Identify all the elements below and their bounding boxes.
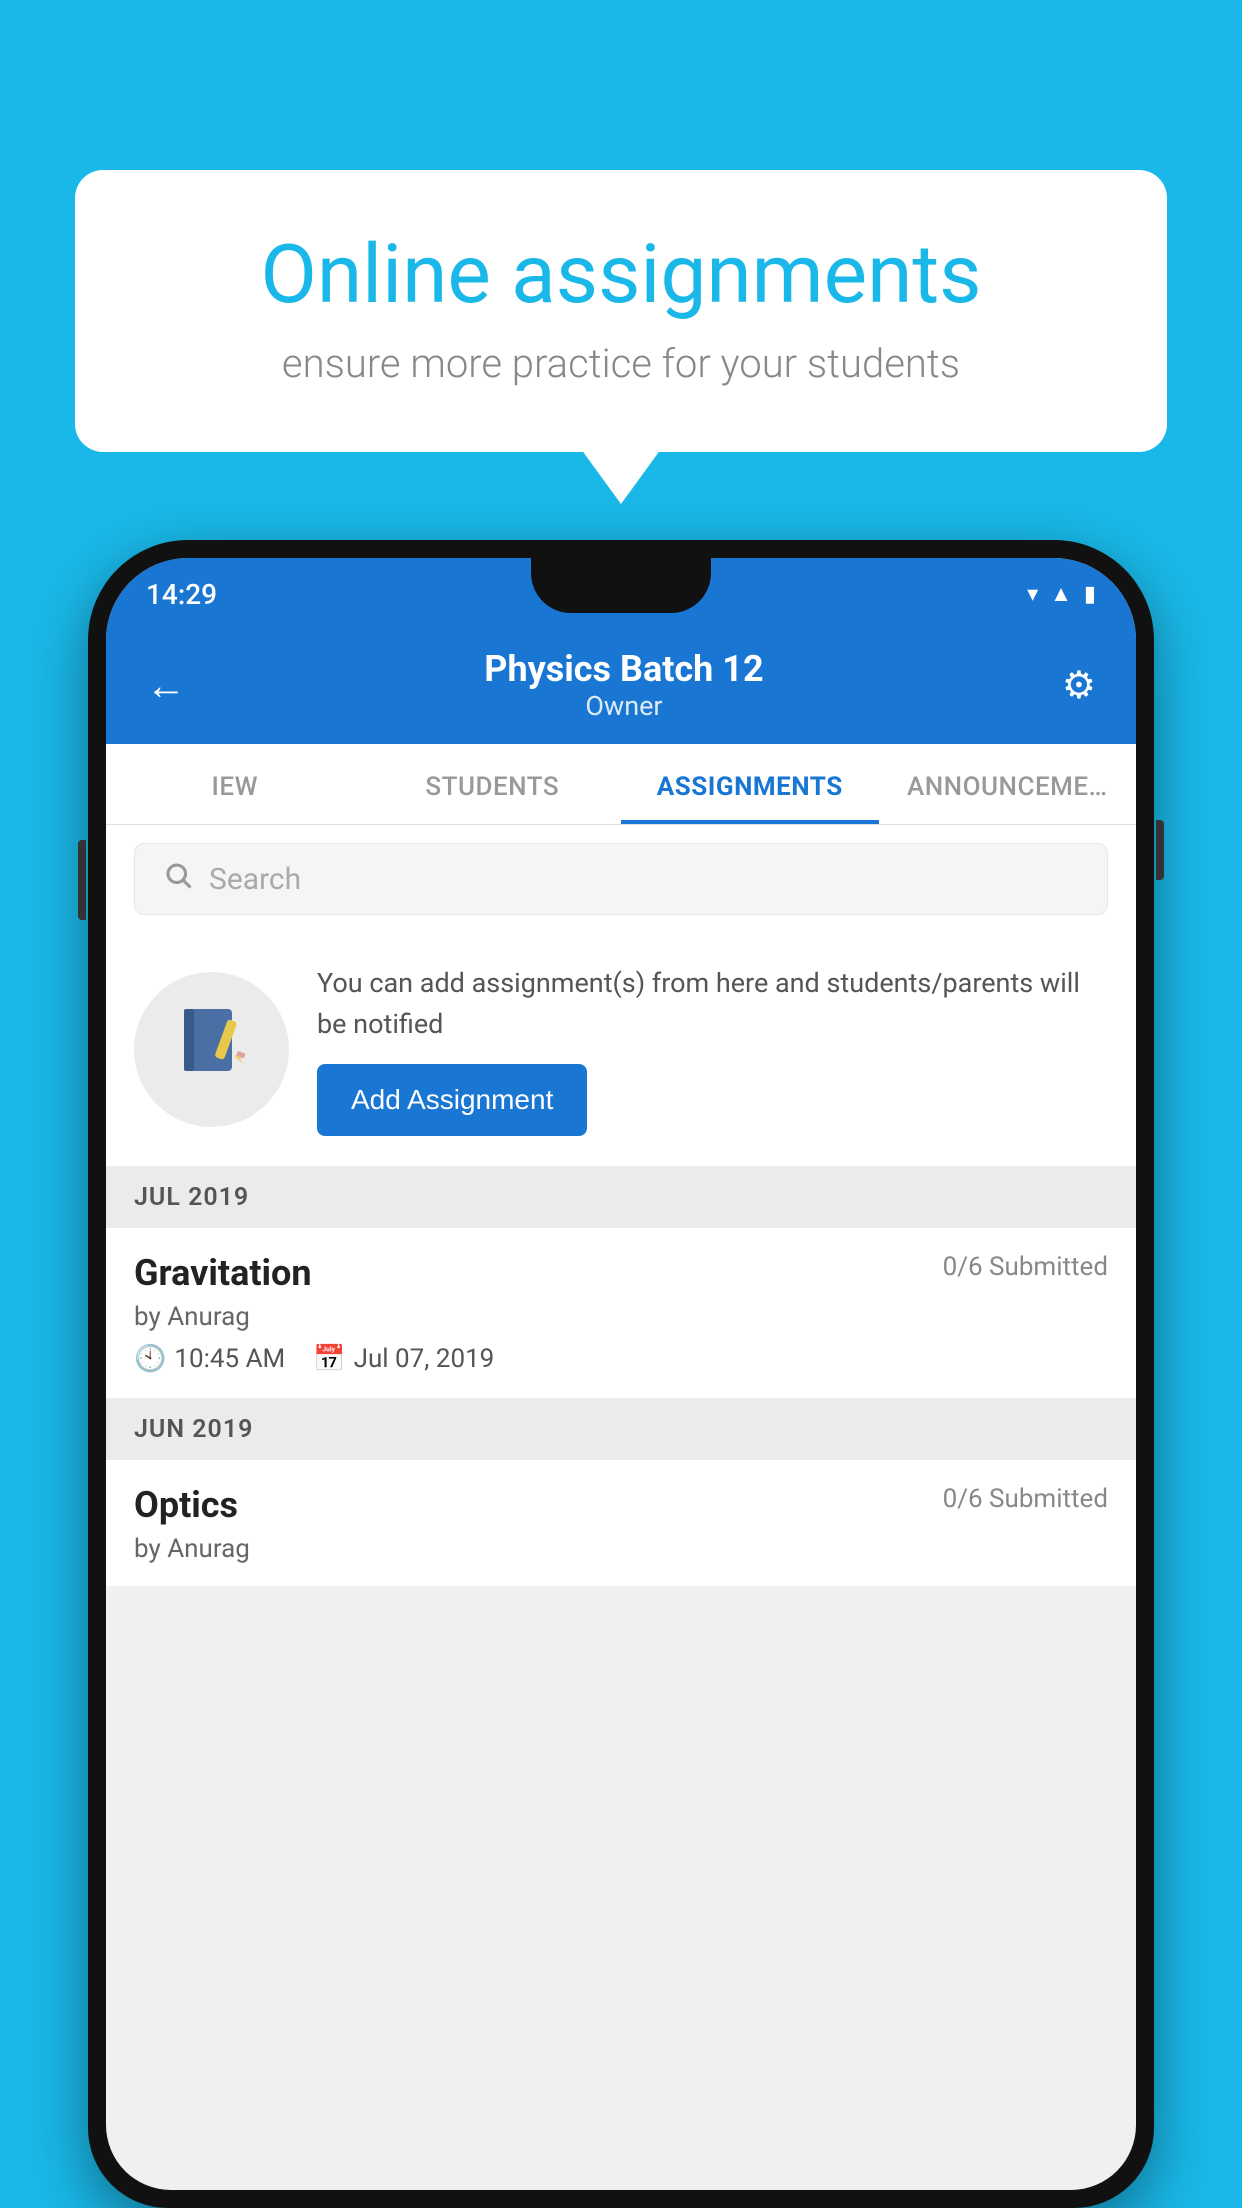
clock-icon: 🕙: [134, 1344, 166, 1374]
promo-content: You can add assignment(s) from here and …: [317, 963, 1108, 1136]
back-button[interactable]: ←: [146, 662, 186, 709]
submitted-count-optics: 0/6 Submitted: [943, 1484, 1108, 1514]
assignment-top-row: Gravitation 0/6 Submitted: [134, 1252, 1108, 1294]
promo-description: You can add assignment(s) from here and …: [317, 963, 1108, 1044]
battery-icon: ▮: [1084, 582, 1096, 607]
search-icon: [163, 860, 193, 898]
assignment-top-row-optics: Optics 0/6 Submitted: [134, 1484, 1108, 1526]
status-time: 14:29: [146, 578, 217, 611]
assignment-item-optics[interactable]: Optics 0/6 Submitted by Anurag: [106, 1460, 1136, 1586]
status-bar: 14:29 ▾ ▲ ▮: [106, 558, 1136, 630]
tab-announcements[interactable]: ANNOUNCEME…: [879, 744, 1137, 824]
phone-screen: 14:29 ▾ ▲ ▮ ← Physics Batch 12 Owner ⚙ I…: [106, 558, 1136, 2190]
notebook-icon: [172, 1001, 252, 1099]
add-assignment-button[interactable]: Add Assignment: [317, 1064, 587, 1136]
tabs-bar: IEW STUDENTS ASSIGNMENTS ANNOUNCEME…: [106, 744, 1136, 825]
wifi-icon: ▾: [1027, 582, 1038, 607]
search-placeholder: Search: [209, 862, 301, 897]
speech-bubble: Online assignments ensure more practice …: [75, 170, 1167, 452]
speech-bubble-container: Online assignments ensure more practice …: [75, 170, 1167, 452]
batch-title: Physics Batch 12: [484, 648, 763, 690]
promo-icon-circle: [134, 972, 289, 1127]
volume-button-left: [78, 840, 86, 920]
phone-frame: 14:29 ▾ ▲ ▮ ← Physics Batch 12 Owner ⚙ I…: [88, 540, 1154, 2208]
assignment-by: by Anurag: [134, 1302, 1108, 1332]
signal-icon: ▲: [1050, 581, 1072, 607]
app-header: ← Physics Batch 12 Owner ⚙: [106, 630, 1136, 744]
tab-overview[interactable]: IEW: [106, 744, 364, 824]
header-title-group: Physics Batch 12 Owner: [484, 648, 763, 722]
assignment-by-optics: by Anurag: [134, 1534, 1108, 1564]
assignment-time: 🕙 10:45 AM: [134, 1344, 285, 1374]
assignment-title: Gravitation: [134, 1252, 312, 1294]
assignment-title-optics: Optics: [134, 1484, 238, 1526]
calendar-icon: 📅: [313, 1344, 345, 1374]
assignment-date: 📅 Jul 07, 2019: [313, 1344, 494, 1374]
settings-button[interactable]: ⚙: [1062, 663, 1096, 708]
speech-bubble-subtitle: ensure more practice for your students: [145, 340, 1097, 387]
assignment-item-gravitation[interactable]: Gravitation 0/6 Submitted by Anurag 🕙 10…: [106, 1228, 1136, 1399]
search-bar[interactable]: Search: [134, 843, 1108, 915]
batch-role: Owner: [484, 690, 763, 722]
tab-assignments[interactable]: ASSIGNMENTS: [621, 744, 879, 824]
search-bar-container: Search: [106, 825, 1136, 933]
tab-students[interactable]: STUDENTS: [364, 744, 622, 824]
assignment-meta: 🕙 10:45 AM 📅 Jul 07, 2019: [134, 1344, 1108, 1374]
submitted-count: 0/6 Submitted: [943, 1252, 1108, 1282]
status-icons: ▾ ▲ ▮: [1027, 581, 1096, 607]
section-header-jul: JUL 2019: [106, 1167, 1136, 1228]
speech-bubble-title: Online assignments: [145, 230, 1097, 320]
promo-card: You can add assignment(s) from here and …: [106, 933, 1136, 1167]
power-button-right: [1156, 820, 1164, 880]
section-header-jun: JUN 2019: [106, 1399, 1136, 1460]
